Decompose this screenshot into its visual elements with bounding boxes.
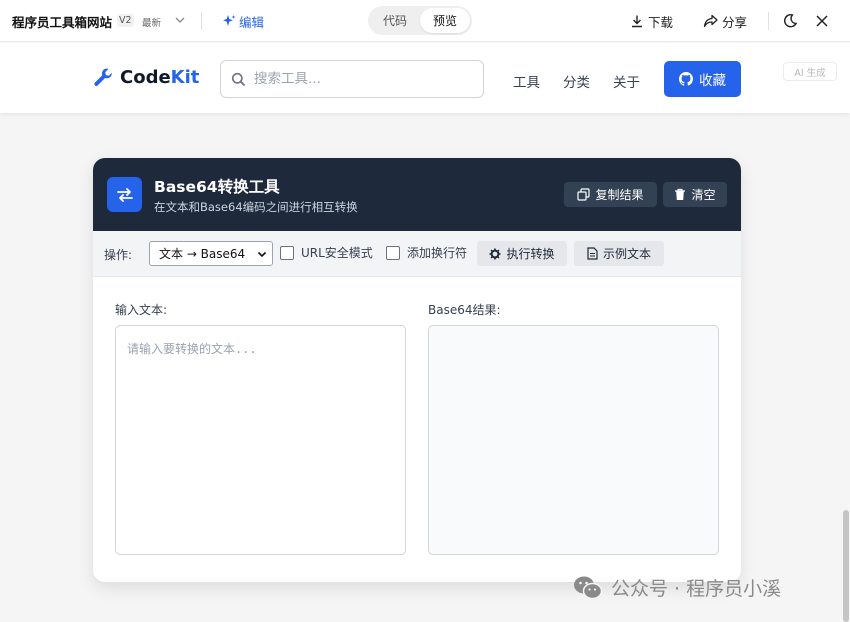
share-button[interactable]: 分享 <box>703 11 747 31</box>
github-icon <box>679 72 693 86</box>
tool-subtitle: 在文本和Base64编码之间进行相互转换 <box>154 200 358 214</box>
tab-preview[interactable]: 预览 <box>420 8 470 33</box>
watermark-text: 公众号 · 程序员小溪 <box>611 578 782 600</box>
share-label: 分享 <box>722 14 748 30</box>
newline-option[interactable]: 添加换行符 <box>386 244 467 261</box>
page-scrollbar[interactable] <box>843 510 849 622</box>
site-logo[interactable]: CodeKit <box>93 67 199 88</box>
newline-label: 添加换行符 <box>407 246 468 260</box>
version-tag: 最新 <box>142 18 162 29</box>
download-icon <box>632 15 642 28</box>
clear-label: 清空 <box>691 188 716 202</box>
input-textarea[interactable] <box>115 325 406 555</box>
divider <box>768 12 769 30</box>
base64-tool-card: Base64转换工具 在文本和Base64编码之间进行相互转换 复制结果 清空 … <box>93 158 741 582</box>
operation-selected-value: 文本 → Base64 <box>159 247 246 261</box>
copy-icon <box>577 188 591 201</box>
close-button[interactable] <box>813 12 831 30</box>
clear-button[interactable]: 清空 <box>663 182 727 207</box>
favorite-label: 收藏 <box>699 73 726 89</box>
output-textarea[interactable] <box>428 325 719 555</box>
edit-button[interactable]: 编辑 <box>222 12 264 30</box>
app-top-bar: 程序员工具箱网站 V2 最新 编辑 代码 预览 下载 分享 <box>0 0 850 42</box>
wrench-icon <box>94 68 112 86</box>
tool-title: Base64转换工具 <box>154 178 280 196</box>
download-label: 下载 <box>648 14 674 30</box>
ai-generated-badge: AI 生成 <box>783 62 837 81</box>
swap-icon <box>107 177 142 212</box>
execute-button[interactable]: 执行转换 <box>477 241 567 266</box>
gear-icon <box>489 248 501 259</box>
share-icon <box>703 14 718 28</box>
execute-label: 执行转换 <box>506 247 555 261</box>
close-icon <box>816 15 828 27</box>
input-label: 输入文本: <box>115 303 168 317</box>
copy-result-button[interactable]: 复制结果 <box>564 182 657 207</box>
chevron-down-icon <box>257 251 267 258</box>
download-button[interactable]: 下载 <box>630 11 673 31</box>
nav-categories[interactable]: 分类 <box>563 71 590 91</box>
card-header: Base64转换工具 在文本和Base64编码之间进行相互转换 复制结果 清空 <box>93 158 741 231</box>
tool-options-bar: 操作: 文本 → Base64 URL安全模式 添加换行符 执行转换 示例文本 <box>93 231 741 277</box>
nav-tools[interactable]: 工具 <box>513 71 540 91</box>
divider <box>201 12 202 30</box>
output-label: Base64结果: <box>428 303 501 317</box>
chevron-down-icon[interactable] <box>173 13 187 27</box>
url-safe-label: URL安全模式 <box>301 246 373 260</box>
view-toggle: 代码 预览 <box>368 6 472 35</box>
tab-code[interactable]: 代码 <box>370 8 420 33</box>
url-safe-option[interactable]: URL安全模式 <box>280 244 373 261</box>
site-navbar: CodeKit 工具 分类 关于 收藏 AI 生成 <box>0 43 850 113</box>
watermark: 公众号 · 程序员小溪 <box>573 574 781 601</box>
app-title: 程序员工具箱网站 <box>12 15 113 30</box>
search-box <box>220 60 484 98</box>
trash-icon <box>675 188 686 200</box>
operation-label: 操作: <box>104 248 133 262</box>
url-safe-checkbox[interactable] <box>280 245 294 260</box>
nav-about[interactable]: 关于 <box>613 71 640 91</box>
file-text-icon <box>587 247 598 260</box>
wechat-icon <box>574 576 603 599</box>
copy-label: 复制结果 <box>595 188 644 202</box>
edit-label: 编辑 <box>239 14 265 30</box>
search-icon <box>231 72 246 86</box>
operation-select[interactable]: 文本 → Base64 <box>149 241 273 266</box>
newline-checkbox[interactable] <box>386 245 400 260</box>
search-input[interactable] <box>254 71 454 87</box>
favorite-button[interactable]: 收藏 <box>664 61 741 97</box>
version-badge: V2 <box>117 14 134 27</box>
logo-text-code: Code <box>120 67 171 88</box>
logo-text-kit: Kit <box>170 67 200 88</box>
sample-label: 示例文本 <box>602 247 651 261</box>
theme-toggle-button[interactable] <box>781 12 799 30</box>
sparkle-icon <box>223 15 236 26</box>
moon-icon <box>784 14 798 28</box>
sample-text-button[interactable]: 示例文本 <box>574 241 664 266</box>
